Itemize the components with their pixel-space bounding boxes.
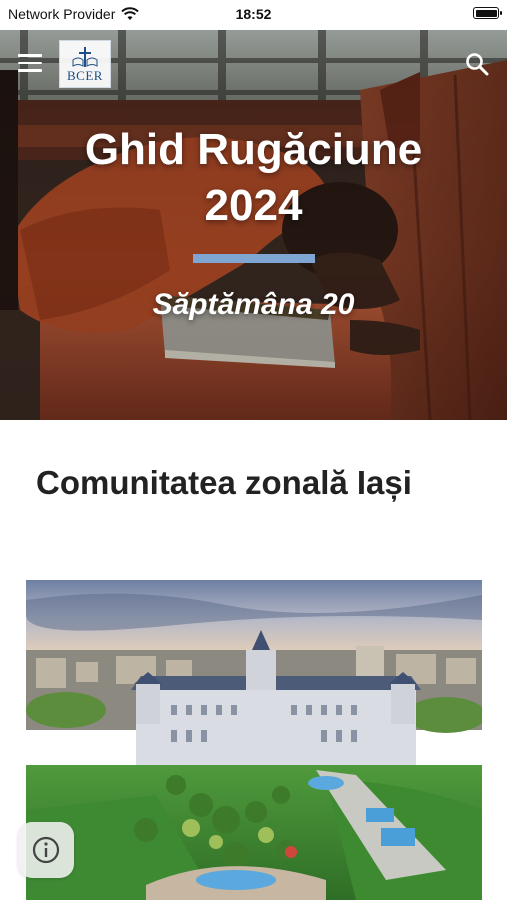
status-bar: Network Provider 18:52 <box>0 0 507 30</box>
logo-text: BCER <box>67 68 103 83</box>
hamburger-menu-icon[interactable] <box>18 54 42 74</box>
hero-banner: BCER Ghid Rugăciune 2024 Săptămâna 20 <box>0 30 507 420</box>
battery-icon <box>473 7 502 19</box>
info-icon <box>32 836 60 864</box>
logo-cross-icon <box>72 47 98 67</box>
hero-title-line2: 2024 <box>204 181 303 230</box>
search-icon[interactable] <box>465 52 489 76</box>
hero-accent-bar <box>193 254 315 263</box>
hero-title: Ghid Rugăciune 2024 <box>0 122 507 234</box>
info-button[interactable] <box>18 822 74 878</box>
section-title: Comunitatea zonală Iași <box>36 464 412 501</box>
clock: 18:52 <box>235 6 272 22</box>
hero-title-line1: Ghid Rugăciune <box>84 125 423 174</box>
bcer-logo[interactable]: BCER <box>59 40 111 88</box>
city-photo <box>26 580 482 900</box>
hero-subtitle: Săptămâna 20 <box>152 288 355 321</box>
